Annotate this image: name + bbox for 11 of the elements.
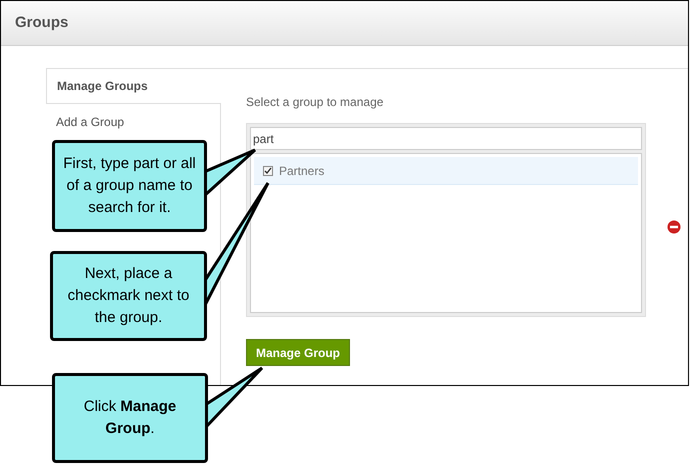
checkbox[interactable] xyxy=(263,166,273,176)
callout-text: Next, place a checkmark next to the group. xyxy=(66,264,190,328)
tab[interactable]: Manage Groups xyxy=(46,68,221,104)
group-row[interactable]: Partners xyxy=(254,157,638,185)
remove-icon[interactable] xyxy=(667,220,681,234)
group-name: Partners xyxy=(279,162,324,180)
callout-text: First, type part or all of a group name to search for it. xyxy=(62,154,197,218)
page-title: Groups xyxy=(15,12,68,33)
instruction-text: Select a group to manage xyxy=(246,95,384,109)
search-field[interactable]: part xyxy=(250,127,642,150)
callout-text: Click Manage Group. xyxy=(82,397,178,439)
